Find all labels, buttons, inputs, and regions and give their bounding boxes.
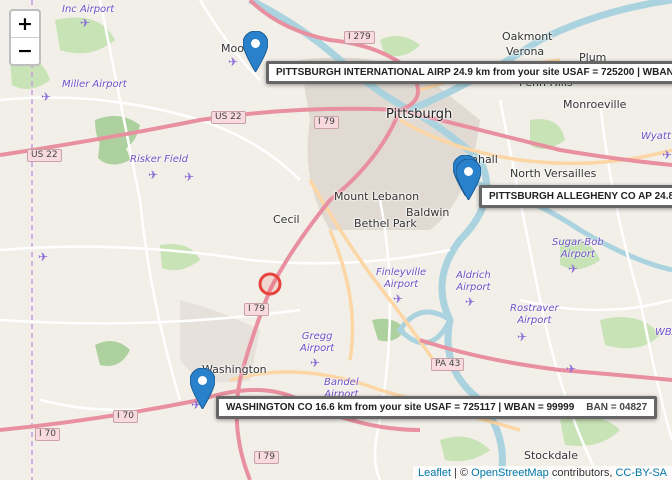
place-label-mount-lebanon: Mount Lebanon	[334, 190, 420, 203]
airport-label-miller: Miller Airport	[62, 79, 127, 90]
airport-label-finleyville: Finleyville Airport	[376, 267, 427, 290]
marker-popup-overlap-text: BAN = 04827	[586, 402, 648, 413]
attribution-contributors: contributors,	[548, 467, 616, 479]
map-marker-allegheny-co-2[interactable]	[456, 159, 481, 200]
park	[560, 416, 620, 446]
airplane-icon: ✈	[393, 292, 404, 306]
map-marker-washington-co[interactable]	[190, 368, 215, 409]
road-shield-i70: I 70	[113, 410, 138, 423]
license-link[interactable]: CC-BY-SA	[615, 467, 667, 479]
place-label-north-versailles: North Versailles	[510, 167, 597, 180]
airport-label-rostraver: Rostraver Airport	[510, 303, 559, 326]
place-label-stockdale: Stockdale	[524, 449, 578, 462]
airport-label-risker: Risker Field	[130, 154, 188, 165]
park	[600, 317, 660, 349]
river-bend	[396, 309, 453, 346]
road-shield-i279: I 279	[344, 31, 375, 44]
airport-label-inc: Inc Airport	[62, 4, 115, 15]
airport-label-aldrich: Aldrich Airport	[456, 270, 491, 293]
road-shield-us22: US 22	[27, 149, 62, 162]
marker-popup-washington-co: WASHINGTON CO 16.6 km from your site USA…	[216, 396, 658, 419]
airport-label-wyatt: Wyatt A	[641, 131, 672, 142]
airplane-icon: ✈	[38, 250, 49, 264]
place-label-baldwin: Baldwin	[406, 206, 450, 219]
map-marker-pittsburgh-intl[interactable]	[243, 31, 268, 72]
airplane-icon: ✈	[228, 55, 239, 69]
map-attribution: Leaflet | © OpenStreetMap contributors, …	[412, 466, 672, 480]
airplane-icon: ✈	[517, 330, 528, 344]
place-label-monroeville: Monroeville	[563, 98, 627, 111]
leaflet-link[interactable]: Leaflet	[418, 467, 451, 479]
airport-label-wban: WBAN	[655, 327, 672, 338]
road-shield-i79: I 79	[314, 116, 339, 129]
attribution-separator: | ©	[451, 467, 472, 479]
place-label-verona: Verona	[506, 45, 545, 58]
road-shield-pa43: PA 43	[431, 358, 465, 371]
airplane-icon: ✈	[148, 168, 159, 182]
airplane-icon: ✈	[568, 262, 579, 276]
airplane-icon: ✈	[566, 362, 577, 376]
airplane-icon: ✈	[465, 295, 476, 309]
zoom-out-button[interactable]: −	[11, 38, 39, 64]
woods	[95, 341, 130, 366]
zoom-control: + −	[9, 9, 41, 66]
airplane-icon: ✈	[80, 16, 91, 30]
airplane-icon: ✈	[310, 356, 321, 370]
airplane-icon: ✈	[662, 148, 672, 162]
marker-popup-pittsburgh-intl: PITTSBURGH INTERNATIONAL AIRP 24.9 km fr…	[266, 61, 672, 84]
osm-link[interactable]: OpenStreetMap	[471, 467, 549, 479]
marker-popup-washington-text: WASHINGTON CO 16.6 km from your site USA…	[226, 402, 575, 413]
park	[440, 436, 490, 462]
marker-popup-allegheny-co: PITTSBURGH ALLEGHENY CO AP 24.8 km from …	[479, 185, 672, 208]
site-circle[interactable]	[258, 272, 282, 296]
park	[160, 244, 200, 271]
place-label-moon: Moo	[221, 42, 244, 55]
map[interactable]: Pittsburgh Oakmont Verona Plum Penn Hill…	[0, 0, 672, 480]
place-label-oakmont: Oakmont	[502, 30, 553, 43]
place-label-pittsburgh: Pittsburgh	[386, 107, 453, 122]
airplane-icon: ✈	[184, 170, 195, 184]
road-shield-i79: I 79	[254, 451, 279, 464]
road-shield-us22: US 22	[211, 111, 246, 124]
road-shield-i79: I 79	[244, 303, 269, 316]
place-label-cecil: Cecil	[273, 213, 300, 226]
airport-label-gregg: Gregg Airport	[300, 331, 335, 354]
road-shield-i70: I 70	[35, 428, 60, 441]
airplane-icon: ✈	[41, 90, 52, 104]
airport-label-sugar-bob: Sugar-Bob Airport	[552, 237, 604, 260]
zoom-in-button[interactable]: +	[11, 11, 39, 38]
